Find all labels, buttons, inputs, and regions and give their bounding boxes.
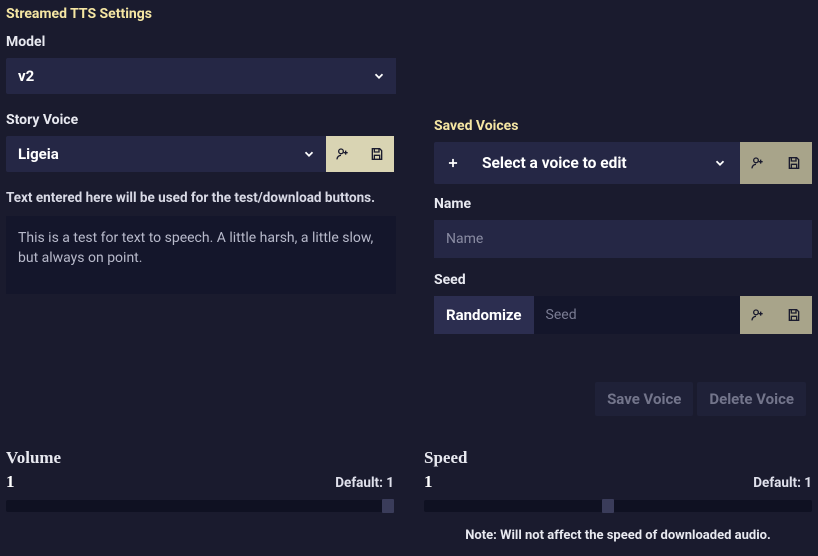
voice-name-input[interactable]: [434, 220, 812, 258]
model-value: v2: [6, 58, 362, 94]
chevron-down-icon[interactable]: [700, 142, 740, 184]
saved-voices-label: Saved Voices: [434, 118, 812, 134]
speed-note: Note: Will not affect the speed of downl…: [424, 528, 812, 543]
test-text-input[interactable]: [6, 216, 396, 294]
saved-voice-placeholder: Select a voice to edit: [472, 142, 700, 184]
story-voice-select[interactable]: Ligeia: [6, 136, 326, 172]
save-icon[interactable]: [360, 136, 394, 172]
model-label: Model: [6, 34, 396, 50]
speed-label: Speed: [424, 448, 812, 468]
speed-thumb[interactable]: [602, 499, 614, 513]
speed-value: 1: [424, 472, 433, 492]
save-voice-button[interactable]: Save Voice: [595, 382, 693, 416]
chevron-down-icon[interactable]: [292, 136, 326, 172]
voice-person-icon[interactable]: [326, 136, 360, 172]
name-label: Name: [434, 196, 812, 212]
speed-default: Default: 1: [753, 475, 812, 491]
test-text-help: Text entered here will be used for the t…: [6, 190, 396, 206]
volume-label: Volume: [6, 448, 394, 468]
chevron-down-icon[interactable]: [362, 58, 396, 94]
seed-input[interactable]: [534, 296, 740, 334]
saved-voice-select[interactable]: Select a voice to edit: [434, 142, 740, 184]
volume-default: Default: 1: [335, 475, 394, 491]
volume-value: 1: [6, 472, 15, 492]
voice-person-icon[interactable]: [740, 296, 776, 334]
save-icon[interactable]: [776, 296, 812, 334]
delete-voice-button[interactable]: Delete Voice: [697, 382, 806, 416]
speed-slider[interactable]: [424, 500, 812, 512]
story-voice-label: Story Voice: [6, 112, 396, 128]
randomize-button[interactable]: Randomize: [434, 296, 534, 334]
volume-thumb[interactable]: [382, 499, 394, 513]
page-title: Streamed TTS Settings: [6, 6, 812, 22]
seed-label: Seed: [434, 272, 812, 288]
voice-person-icon[interactable]: [740, 142, 776, 184]
story-voice-value: Ligeia: [6, 136, 292, 172]
model-select[interactable]: v2: [6, 58, 396, 94]
save-icon[interactable]: [776, 142, 812, 184]
plus-icon[interactable]: [434, 142, 472, 184]
volume-slider[interactable]: [6, 500, 394, 512]
